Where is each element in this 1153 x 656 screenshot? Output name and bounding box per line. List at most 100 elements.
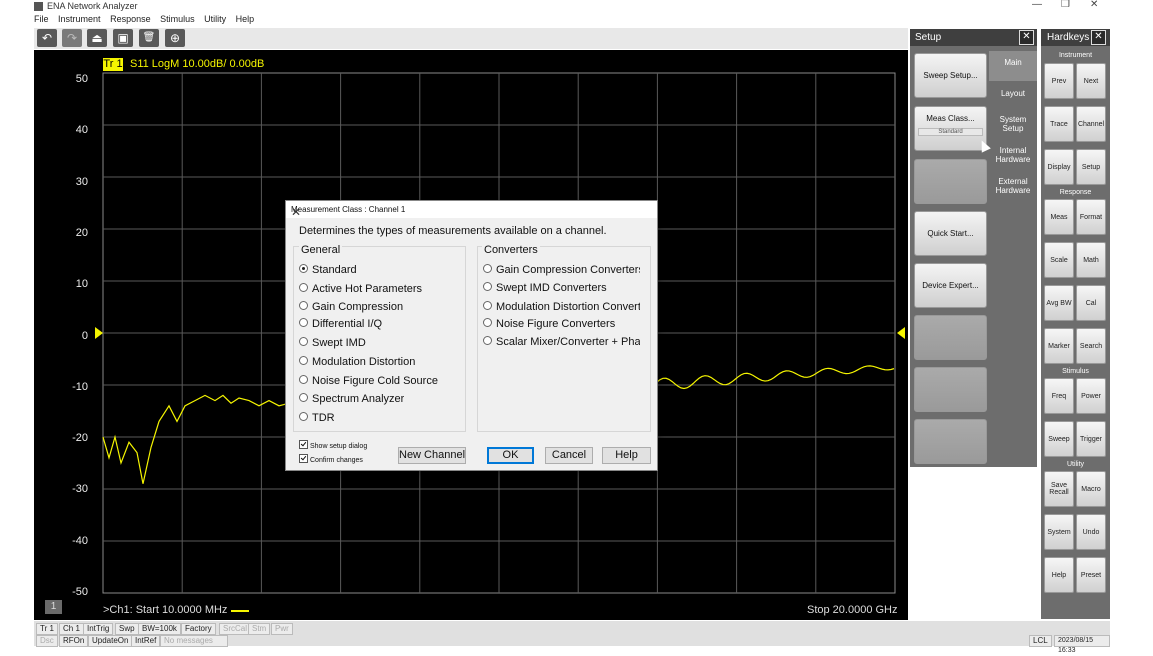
radio-button[interactable]: [299, 412, 308, 421]
radio-gain-compression[interactable]: Gain Compression: [299, 301, 403, 313]
cancel-button[interactable]: Cancel: [545, 447, 593, 464]
close-icon[interactable]: ✕: [291, 205, 651, 219]
tab-internal-hardware[interactable]: Internal Hardware: [991, 144, 1035, 174]
stop-frequency-label[interactable]: Stop 20.0000 GHz: [807, 604, 898, 616]
confirm-changes-checkbox[interactable]: Confirm changes: [299, 454, 363, 464]
zoom-icon[interactable]: ⊕: [165, 29, 185, 47]
radio-button[interactable]: [483, 264, 492, 273]
tab-main[interactable]: Main: [989, 51, 1037, 81]
status-item[interactable]: Swp: [115, 623, 139, 635]
radio-button[interactable]: [299, 375, 308, 384]
help-button[interactable]: Help: [602, 447, 651, 464]
menu-response[interactable]: Response: [110, 14, 151, 24]
hardkey-system[interactable]: System: [1044, 514, 1074, 550]
radio-button[interactable]: [483, 318, 492, 327]
hardkey-setup[interactable]: Setup: [1076, 149, 1106, 185]
radio-button[interactable]: [483, 282, 492, 291]
trash-icon[interactable]: 🗑: [139, 29, 159, 47]
radio-button[interactable]: [299, 283, 308, 292]
quick-start-button[interactable]: Quick Start...: [914, 211, 987, 256]
hardkey-math[interactable]: Math: [1076, 242, 1106, 278]
hardkey-trace[interactable]: Trace: [1044, 106, 1074, 142]
marker-icon[interactable]: ⏏: [87, 29, 107, 47]
meas-class-button[interactable]: Meas Class... Standard: [914, 106, 987, 151]
setup-empty-button[interactable]: [914, 419, 987, 464]
hardkey-marker[interactable]: Marker: [1044, 328, 1074, 364]
radio-button[interactable]: [299, 318, 308, 327]
status-item[interactable]: IntTrig: [83, 623, 114, 635]
start-frequency-label[interactable]: >Ch1: Start 10.0000 MHz: [103, 604, 227, 616]
menu-stimulus[interactable]: Stimulus: [160, 14, 195, 24]
radio-swept-imd[interactable]: Swept IMD: [299, 337, 366, 349]
status-item[interactable]: SrcCal: [219, 623, 252, 635]
hardkey-power[interactable]: Power: [1076, 378, 1106, 414]
radio-button-selected[interactable]: [299, 264, 308, 273]
hardkey-next[interactable]: Next: [1076, 63, 1106, 99]
menu-instrument[interactable]: Instrument: [58, 14, 101, 24]
radio-noise-figure-cold-source[interactable]: Noise Figure Cold Source: [299, 375, 438, 387]
trace-title[interactable]: S11 LogM 10.00dB/ 0.00dB: [130, 58, 264, 70]
hardkey-preset[interactable]: Preset: [1076, 557, 1106, 593]
radio-differential-iq[interactable]: Differential I/Q: [299, 318, 382, 330]
undo-icon[interactable]: ↶: [37, 29, 57, 47]
hardkey-sweep[interactable]: Sweep: [1044, 421, 1074, 457]
hardkey-cal[interactable]: Cal: [1076, 285, 1106, 321]
status-item[interactable]: Ch 1: [59, 623, 84, 635]
radio-tdr[interactable]: TDR: [299, 412, 335, 424]
checkbox[interactable]: [299, 440, 308, 449]
radio-active-hot-parameters[interactable]: Active Hot Parameters: [299, 283, 422, 295]
menu-utility[interactable]: Utility: [204, 14, 226, 24]
hardkey-search[interactable]: Search: [1076, 328, 1106, 364]
radio-button[interactable]: [483, 336, 492, 345]
status-item[interactable]: Tr 1: [36, 623, 58, 635]
radio-button[interactable]: [483, 301, 492, 310]
radio-button[interactable]: [299, 356, 308, 365]
hardkey-freq[interactable]: Freq: [1044, 378, 1074, 414]
status-item[interactable]: Stm: [248, 623, 271, 635]
hardkey-undo[interactable]: Undo: [1076, 514, 1106, 550]
menu-file[interactable]: File: [34, 14, 49, 24]
hardkey-avg-bw[interactable]: Avg BW: [1044, 285, 1074, 321]
restore-icon[interactable]: ❐: [1061, 0, 1070, 10]
minimize-icon[interactable]: —: [1032, 0, 1042, 10]
sweep-setup-button[interactable]: Sweep Setup...: [914, 53, 987, 98]
hardkey-format[interactable]: Format: [1076, 199, 1106, 235]
radio-standard[interactable]: Standard: [299, 264, 357, 276]
hardkey-scale[interactable]: Scale: [1044, 242, 1074, 278]
hardkey-prev[interactable]: Prev: [1044, 63, 1074, 99]
checkbox[interactable]: [299, 454, 308, 463]
setup-empty-button[interactable]: [914, 367, 987, 412]
device-expert-button[interactable]: Device Expert...: [914, 263, 987, 308]
status-item[interactable]: Pwr: [271, 623, 293, 635]
menu-help[interactable]: Help: [236, 14, 255, 24]
radio-spectrum-analyzer[interactable]: Spectrum Analyzer: [299, 393, 404, 405]
radio-modulation-distortion-converters[interactable]: Modulation Distortion Converters: [483, 301, 640, 313]
redo-icon[interactable]: ↷: [62, 29, 82, 47]
radio-noise-figure-converters[interactable]: Noise Figure Converters: [483, 318, 640, 330]
setup-empty-button[interactable]: [914, 159, 987, 204]
hardkey-display[interactable]: Display: [1044, 149, 1074, 185]
tab-system-setup[interactable]: System Setup: [993, 113, 1033, 143]
radio-swept-imd-converters[interactable]: Swept IMD Converters: [483, 282, 640, 294]
hardkey-trigger[interactable]: Trigger: [1076, 421, 1106, 457]
radio-gain-compression-converters[interactable]: Gain Compression Converters: [483, 264, 640, 276]
hardkey-save-recall[interactable]: Save Recall: [1044, 471, 1074, 507]
close-icon[interactable]: ✕: [1090, 0, 1098, 10]
close-icon[interactable]: ✕: [1091, 30, 1106, 45]
screenshot-icon[interactable]: ▣: [113, 29, 133, 47]
tab-layout[interactable]: Layout: [989, 81, 1037, 111]
trace-tag[interactable]: Tr 1: [103, 58, 123, 71]
radio-button[interactable]: [299, 301, 308, 310]
hardkey-channel[interactable]: Channel: [1076, 106, 1106, 142]
hardkey-meas[interactable]: Meas: [1044, 199, 1074, 235]
radio-button[interactable]: [299, 393, 308, 402]
hardkey-help[interactable]: Help: [1044, 557, 1074, 593]
close-icon[interactable]: ✕: [1019, 30, 1034, 45]
status-item[interactable]: BW=100k: [138, 623, 181, 635]
radio-scalar-mixer-converter[interactable]: Scalar Mixer/Converter + Phase: [483, 336, 640, 348]
ok-button[interactable]: OK: [487, 447, 534, 464]
setup-empty-button[interactable]: [914, 315, 987, 360]
status-item[interactable]: Factory: [181, 623, 216, 635]
radio-modulation-distortion[interactable]: Modulation Distortion: [299, 356, 415, 368]
hardkey-macro[interactable]: Macro: [1076, 471, 1106, 507]
